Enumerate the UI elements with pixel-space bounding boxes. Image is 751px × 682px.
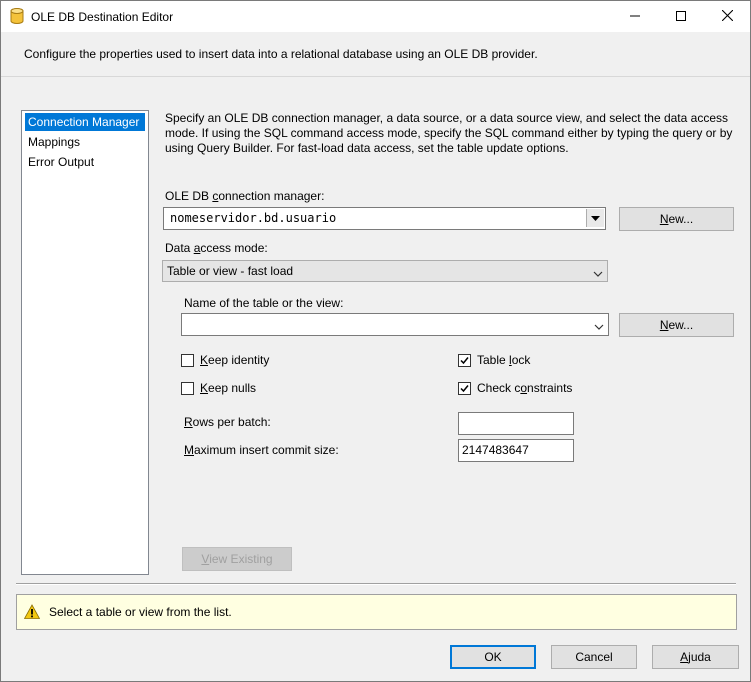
maximize-button[interactable] bbox=[658, 1, 704, 32]
table-name-label: Name of the table or the view: bbox=[184, 296, 344, 310]
new-table-button[interactable]: New... bbox=[619, 313, 734, 337]
minimize-button[interactable] bbox=[612, 1, 658, 32]
minimize-icon bbox=[630, 10, 640, 24]
page-navigation-list: Connection Manager Mappings Error Output bbox=[21, 110, 149, 575]
max-insert-commit-size-label: Maximum insert commit size: bbox=[184, 443, 339, 457]
connection-manager-value: nomeservidor.bd.usuario bbox=[170, 211, 337, 225]
help-button[interactable]: Ajuda bbox=[652, 645, 739, 669]
window-title: OLE DB Destination Editor bbox=[31, 10, 174, 24]
rows-per-batch-label: Rows per batch: bbox=[184, 415, 271, 429]
header-description: Configure the properties used to insert … bbox=[24, 47, 538, 61]
view-existing-button[interactable]: View Existing bbox=[182, 547, 292, 571]
check-constraints-checkbox[interactable] bbox=[458, 382, 471, 395]
keep-identity-checkbox[interactable] bbox=[181, 354, 194, 367]
table-name-combo[interactable] bbox=[181, 313, 609, 336]
chevron-down-icon[interactable] bbox=[594, 320, 604, 330]
dialog-window: OLE DB Destination Editor Configure the … bbox=[0, 0, 751, 682]
connection-manager-combo[interactable]: nomeservidor.bd.usuario bbox=[163, 207, 606, 230]
data-access-mode-select[interactable]: Table or view - fast load bbox=[162, 260, 608, 282]
new-connection-button[interactable]: New... bbox=[619, 207, 734, 231]
close-button[interactable] bbox=[704, 1, 750, 32]
checkmark-icon bbox=[460, 385, 469, 393]
nav-item-mappings[interactable]: Mappings bbox=[25, 133, 145, 151]
max-insert-commit-size-value: 2147483647 bbox=[462, 443, 529, 457]
check-constraints-label[interactable]: Check constraints bbox=[477, 381, 572, 395]
ok-button[interactable]: OK bbox=[450, 645, 536, 669]
panel-description: Specify an OLE DB connection manager, a … bbox=[165, 111, 733, 155]
checkmark-icon bbox=[460, 357, 469, 365]
chevron-down-icon bbox=[593, 267, 603, 277]
maximize-icon bbox=[676, 10, 686, 24]
keep-identity-label[interactable]: Keep identity bbox=[200, 353, 269, 367]
title-bar: OLE DB Destination Editor bbox=[1, 1, 750, 32]
status-message-text: Select a table or view from the list. bbox=[49, 605, 232, 619]
max-insert-commit-size-input[interactable]: 2147483647 bbox=[458, 439, 574, 462]
keep-nulls-checkbox[interactable] bbox=[181, 382, 194, 395]
data-access-mode-value: Table or view - fast load bbox=[167, 264, 294, 278]
rows-per-batch-input[interactable] bbox=[458, 412, 574, 435]
status-message-bar: Select a table or view from the list. bbox=[16, 594, 737, 630]
table-lock-label[interactable]: Table lock bbox=[477, 353, 530, 367]
data-access-mode-label: Data access mode: bbox=[165, 241, 268, 255]
keep-nulls-label[interactable]: Keep nulls bbox=[200, 381, 256, 395]
connection-manager-label: OLE DB connection manager: bbox=[165, 189, 325, 203]
cancel-button[interactable]: Cancel bbox=[551, 645, 637, 669]
dropdown-arrow-icon[interactable] bbox=[586, 209, 604, 227]
database-icon bbox=[10, 8, 24, 25]
bottom-divider bbox=[16, 583, 736, 585]
nav-item-error-output[interactable]: Error Output bbox=[25, 153, 145, 171]
warning-icon bbox=[23, 604, 41, 620]
header-divider bbox=[1, 76, 750, 77]
nav-item-connection-manager[interactable]: Connection Manager bbox=[25, 113, 145, 131]
close-icon bbox=[721, 9, 733, 24]
table-lock-checkbox[interactable] bbox=[458, 354, 471, 367]
